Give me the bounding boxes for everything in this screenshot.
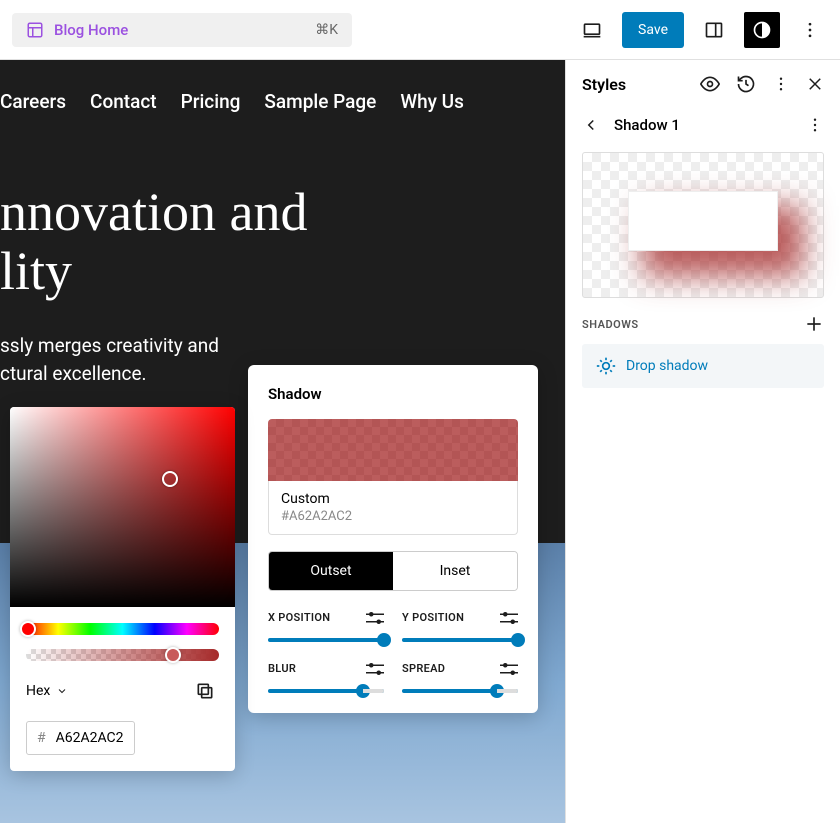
breadcrumb-label: Shadow 1 xyxy=(614,116,680,134)
hue-slider[interactable] xyxy=(26,623,219,635)
shadow-color-label: Custom xyxy=(281,491,505,507)
panel-icon xyxy=(704,20,724,40)
spread-control: SPREAD xyxy=(402,662,518,693)
kebab-icon[interactable] xyxy=(772,75,790,93)
hex-prefix: # xyxy=(37,730,46,746)
inset-button[interactable]: Inset xyxy=(393,552,517,590)
hero-sub-line1: ssly merges creativity and xyxy=(0,332,565,361)
shadow-list-item[interactable]: Drop shadow xyxy=(582,344,824,388)
color-format-label: Hex xyxy=(26,683,50,699)
copy-color-button[interactable] xyxy=(191,677,219,705)
sidebar-toggle-button[interactable] xyxy=(696,12,732,48)
color-handle[interactable] xyxy=(162,471,178,487)
plus-icon[interactable] xyxy=(804,314,824,334)
hex-value: A62A2AC2 xyxy=(56,730,124,746)
view-desktop-button[interactable] xyxy=(574,12,610,48)
chevron-left-icon[interactable] xyxy=(582,116,600,134)
nav-item[interactable]: Sample Page xyxy=(264,90,376,113)
y-position-label: Y POSITION xyxy=(402,611,464,624)
hue-handle[interactable] xyxy=(20,621,36,637)
color-format-select[interactable]: Hex xyxy=(26,683,68,699)
shadow-color-swatch[interactable] xyxy=(268,419,518,481)
shadow-color-info: Custom #A62A2AC2 xyxy=(268,481,518,535)
shortcut-hint: ⌘K xyxy=(315,22,338,38)
nav-item[interactable]: Why Us xyxy=(400,90,464,113)
sidebar-title: Styles xyxy=(582,75,626,94)
x-position-control: X POSITION xyxy=(268,611,384,642)
sun-icon xyxy=(596,356,616,376)
shadow-color-hex: #A62A2AC2 xyxy=(281,509,505,524)
history-icon[interactable] xyxy=(736,74,756,94)
nav-item[interactable]: Pricing xyxy=(181,90,241,113)
blur-slider[interactable] xyxy=(268,689,384,693)
sliders-icon[interactable] xyxy=(366,663,384,675)
shadow-preview xyxy=(582,152,824,298)
sliders-icon[interactable] xyxy=(366,612,384,624)
y-position-slider[interactable] xyxy=(402,638,518,642)
styles-sidebar: Styles Shadow 1 SHADOWS Drop shadow xyxy=(565,60,840,823)
hero-section: nnovation and lity ssly merges creativit… xyxy=(0,143,565,389)
shadow-type-toggle: Outset Inset xyxy=(268,551,518,591)
color-picker-popover: Hex # A62A2AC2 xyxy=(10,407,235,771)
hero-title-line1[interactable]: nnovation and xyxy=(0,183,565,242)
breadcrumb: Shadow 1 xyxy=(566,108,840,146)
styles-toggle-button[interactable] xyxy=(744,12,780,48)
layout-icon xyxy=(26,21,44,39)
x-position-slider[interactable] xyxy=(268,638,384,642)
shadow-popover: Shadow Custom #A62A2AC2 Outset Inset X P… xyxy=(248,365,538,713)
close-icon[interactable] xyxy=(806,75,824,93)
document-chip[interactable]: Blog Home ⌘K xyxy=(12,13,352,47)
more-menu-button[interactable] xyxy=(792,12,828,48)
outset-button[interactable]: Outset xyxy=(269,552,393,590)
kebab-icon xyxy=(800,20,820,40)
sliders-icon[interactable] xyxy=(500,612,518,624)
y-position-control: Y POSITION xyxy=(402,611,518,642)
x-position-label: X POSITION xyxy=(268,611,330,624)
spread-slider[interactable] xyxy=(402,689,518,693)
site-nav: Careers Contact Pricing Sample Page Why … xyxy=(0,60,565,143)
desktop-icon xyxy=(582,20,602,40)
eye-icon[interactable] xyxy=(700,74,720,94)
hex-input[interactable]: # A62A2AC2 xyxy=(26,721,135,755)
shadows-heading: SHADOWS xyxy=(582,318,639,331)
kebab-icon[interactable] xyxy=(806,116,824,134)
copy-icon xyxy=(195,681,215,701)
blur-control: BLUR xyxy=(268,662,384,693)
shadow-item-label: Drop shadow xyxy=(626,358,708,374)
chevron-down-icon xyxy=(56,685,68,697)
shadow-popover-title: Shadow xyxy=(268,385,518,403)
hero-title-line2[interactable]: lity xyxy=(0,242,565,301)
blur-label: BLUR xyxy=(268,662,296,675)
contrast-icon xyxy=(752,20,772,40)
alpha-slider[interactable] xyxy=(26,649,219,661)
preview-card xyxy=(628,191,778,251)
alpha-handle[interactable] xyxy=(165,647,181,663)
document-label: Blog Home xyxy=(54,21,128,39)
nav-item[interactable]: Careers xyxy=(0,90,66,113)
save-button[interactable]: Save xyxy=(622,12,684,48)
spread-label: SPREAD xyxy=(402,662,445,675)
nav-item[interactable]: Contact xyxy=(90,90,157,113)
topbar: Blog Home ⌘K Save xyxy=(0,0,840,60)
shadows-heading-row: SHADOWS xyxy=(582,314,824,334)
color-saturation-area[interactable] xyxy=(10,407,235,607)
sliders-icon[interactable] xyxy=(500,663,518,675)
sidebar-header: Styles xyxy=(566,60,840,108)
